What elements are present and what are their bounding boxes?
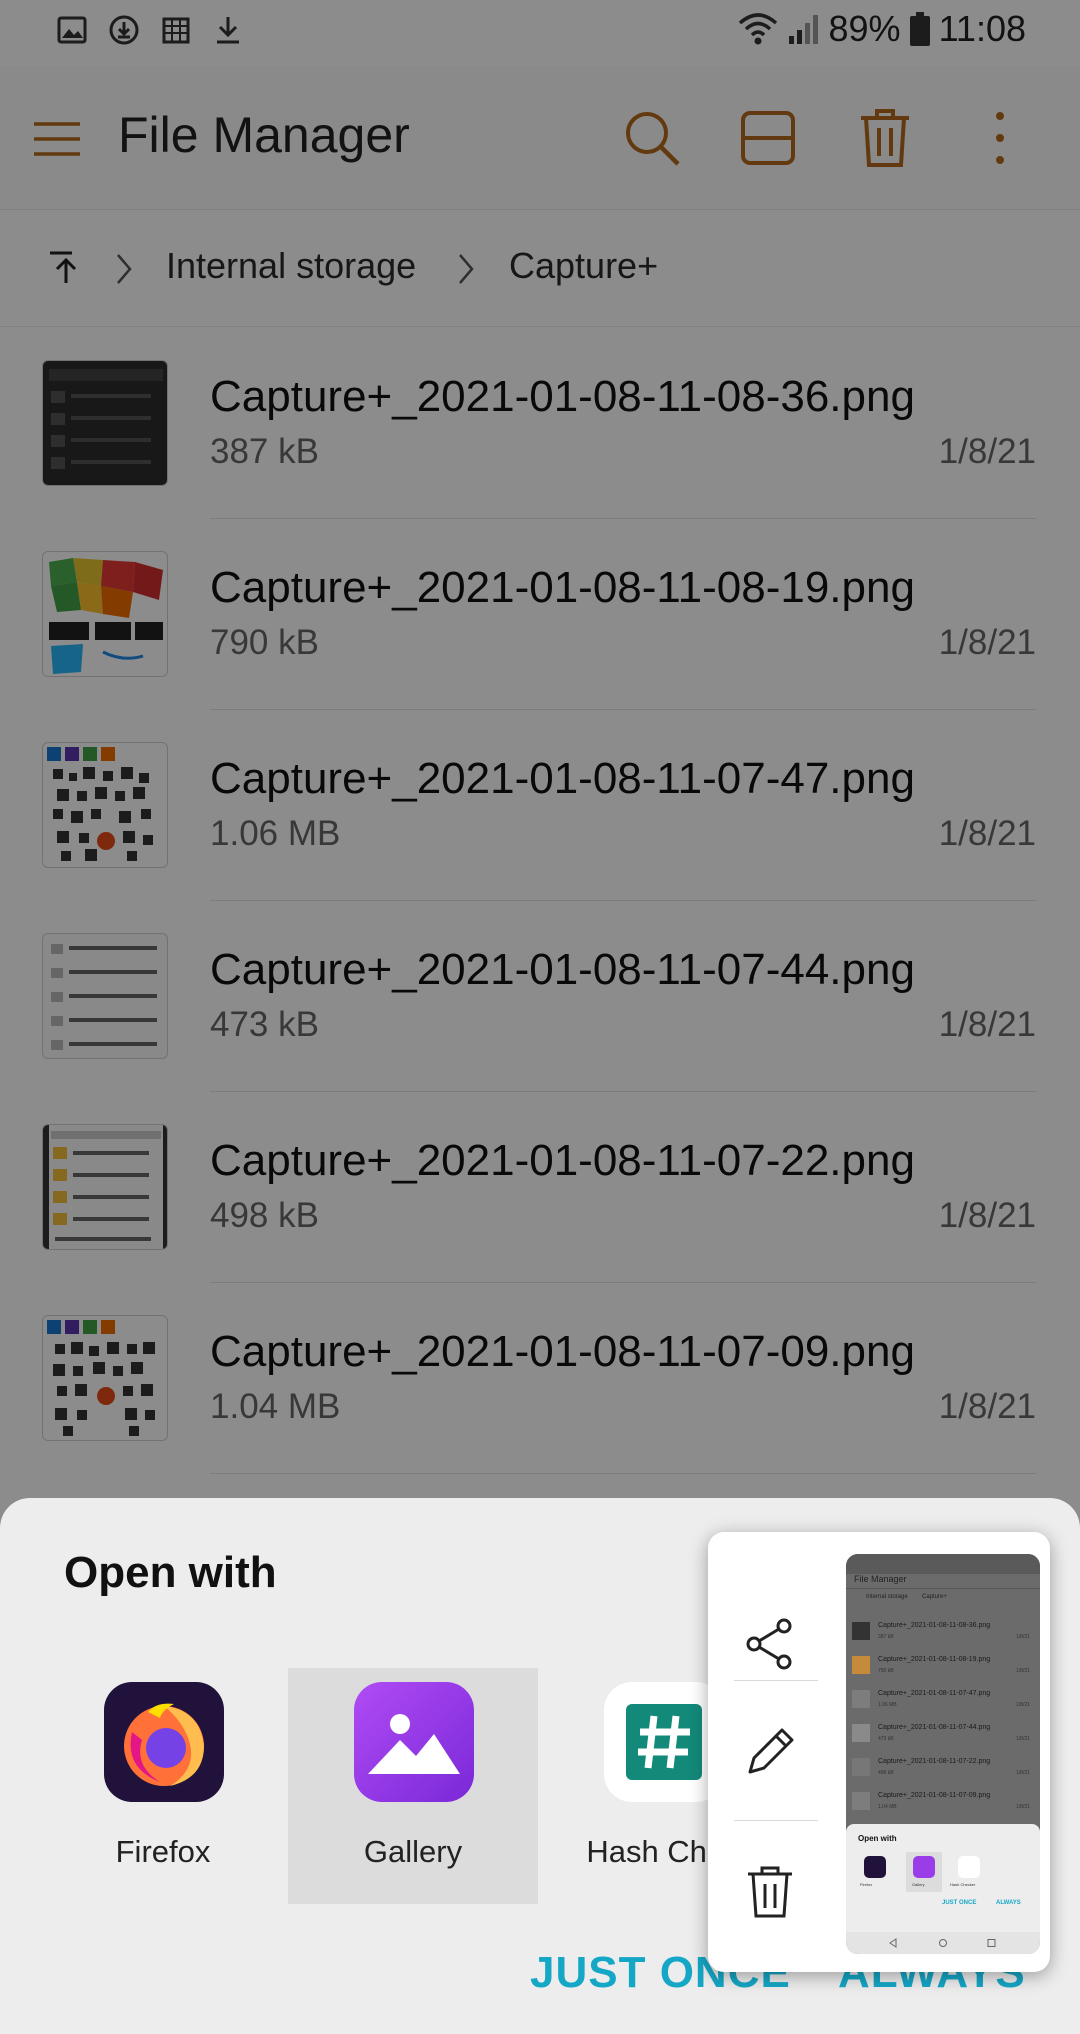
preview-thumb <box>852 1724 870 1742</box>
preview-file-size: 1.04 MB <box>878 1804 897 1810</box>
preview-file-date: 1/8/21 <box>1016 1770 1030 1776</box>
preview-title: File Manager <box>854 1574 907 1584</box>
screenshot-thumbnail[interactable]: File Manager Internal storage Capture+ C… <box>846 1554 1040 1954</box>
hash-icon <box>604 1682 724 1802</box>
app-option-firefox[interactable]: Firefox <box>38 1668 288 1904</box>
preview-file-date: 1/8/21 <box>1016 1736 1030 1742</box>
share-button[interactable] <box>722 1584 818 1704</box>
preview-hash-icon <box>958 1856 980 1878</box>
preview-file-size: 473 kB <box>878 1736 894 1742</box>
preview-thumb <box>852 1622 870 1640</box>
edit-button[interactable] <box>722 1692 818 1812</box>
preview-thumb <box>852 1690 870 1708</box>
preview-always: ALWAYS <box>996 1900 1021 1906</box>
preview-app-label: Firefox <box>860 1882 873 1887</box>
preview-file-date: 1/8/21 <box>1016 1804 1030 1810</box>
preview-thumb <box>852 1656 870 1674</box>
preview-file-name: Capture+_2021-01-08-11-07-47.png <box>878 1690 991 1697</box>
preview-thumb <box>852 1792 870 1810</box>
preview-file-date: 1/8/21 <box>1016 1634 1030 1640</box>
preview-breadcrumb: Capture+ <box>922 1594 947 1600</box>
delete-screenshot-button[interactable] <box>722 1832 818 1952</box>
preview-firefox-icon <box>864 1856 886 1878</box>
preview-file-size: 1.06 MB <box>878 1702 897 1708</box>
preview-file-name: Capture+_2021-01-08-11-07-44.png <box>878 1724 991 1731</box>
firefox-icon <box>104 1682 224 1802</box>
share-icon <box>746 1618 792 1670</box>
preview-breadcrumb: Internal storage <box>866 1594 908 1600</box>
preview-file-date: 1/8/21 <box>1016 1702 1030 1708</box>
screenshot-actions <box>708 1532 818 1972</box>
preview-file-name: Capture+_2021-01-08-11-07-09.png <box>878 1792 991 1799</box>
edit-pencil-icon <box>748 1728 794 1774</box>
preview-file-size: 790 kB <box>878 1668 894 1674</box>
preview-gallery-icon <box>913 1856 935 1878</box>
app-label: Firefox <box>115 1834 211 1869</box>
screenshot-popup: File Manager Internal storage Capture+ C… <box>708 1532 1050 1972</box>
preview-file-name: Capture+_2021-01-08-11-07-22.png <box>878 1758 991 1765</box>
preview-sheet-title: Open with <box>858 1834 897 1843</box>
app-label: Gallery <box>363 1834 463 1869</box>
app-option-gallery[interactable]: Gallery <box>288 1668 538 1904</box>
sheet-title: Open with <box>64 1548 277 1597</box>
delete-icon <box>748 1866 792 1918</box>
preview-app-label: Hash Checker <box>950 1882 976 1887</box>
preview-file-name: Capture+_2021-01-08-11-08-36.png <box>878 1622 991 1629</box>
preview-file-name: Capture+_2021-01-08-11-08-19.png <box>878 1656 991 1663</box>
divider <box>734 1820 818 1821</box>
preview-file-size: 498 kB <box>878 1770 894 1776</box>
preview-file-date: 1/8/21 <box>1016 1668 1030 1674</box>
preview-thumb <box>852 1758 870 1776</box>
preview-app-label: Gallery <box>912 1882 925 1887</box>
preview-file-size: 387 kB <box>878 1634 894 1640</box>
preview-just-once: JUST ONCE <box>942 1900 977 1906</box>
gallery-icon <box>354 1682 474 1802</box>
divider <box>734 1680 818 1681</box>
preview-nav-icons <box>889 1938 996 1948</box>
